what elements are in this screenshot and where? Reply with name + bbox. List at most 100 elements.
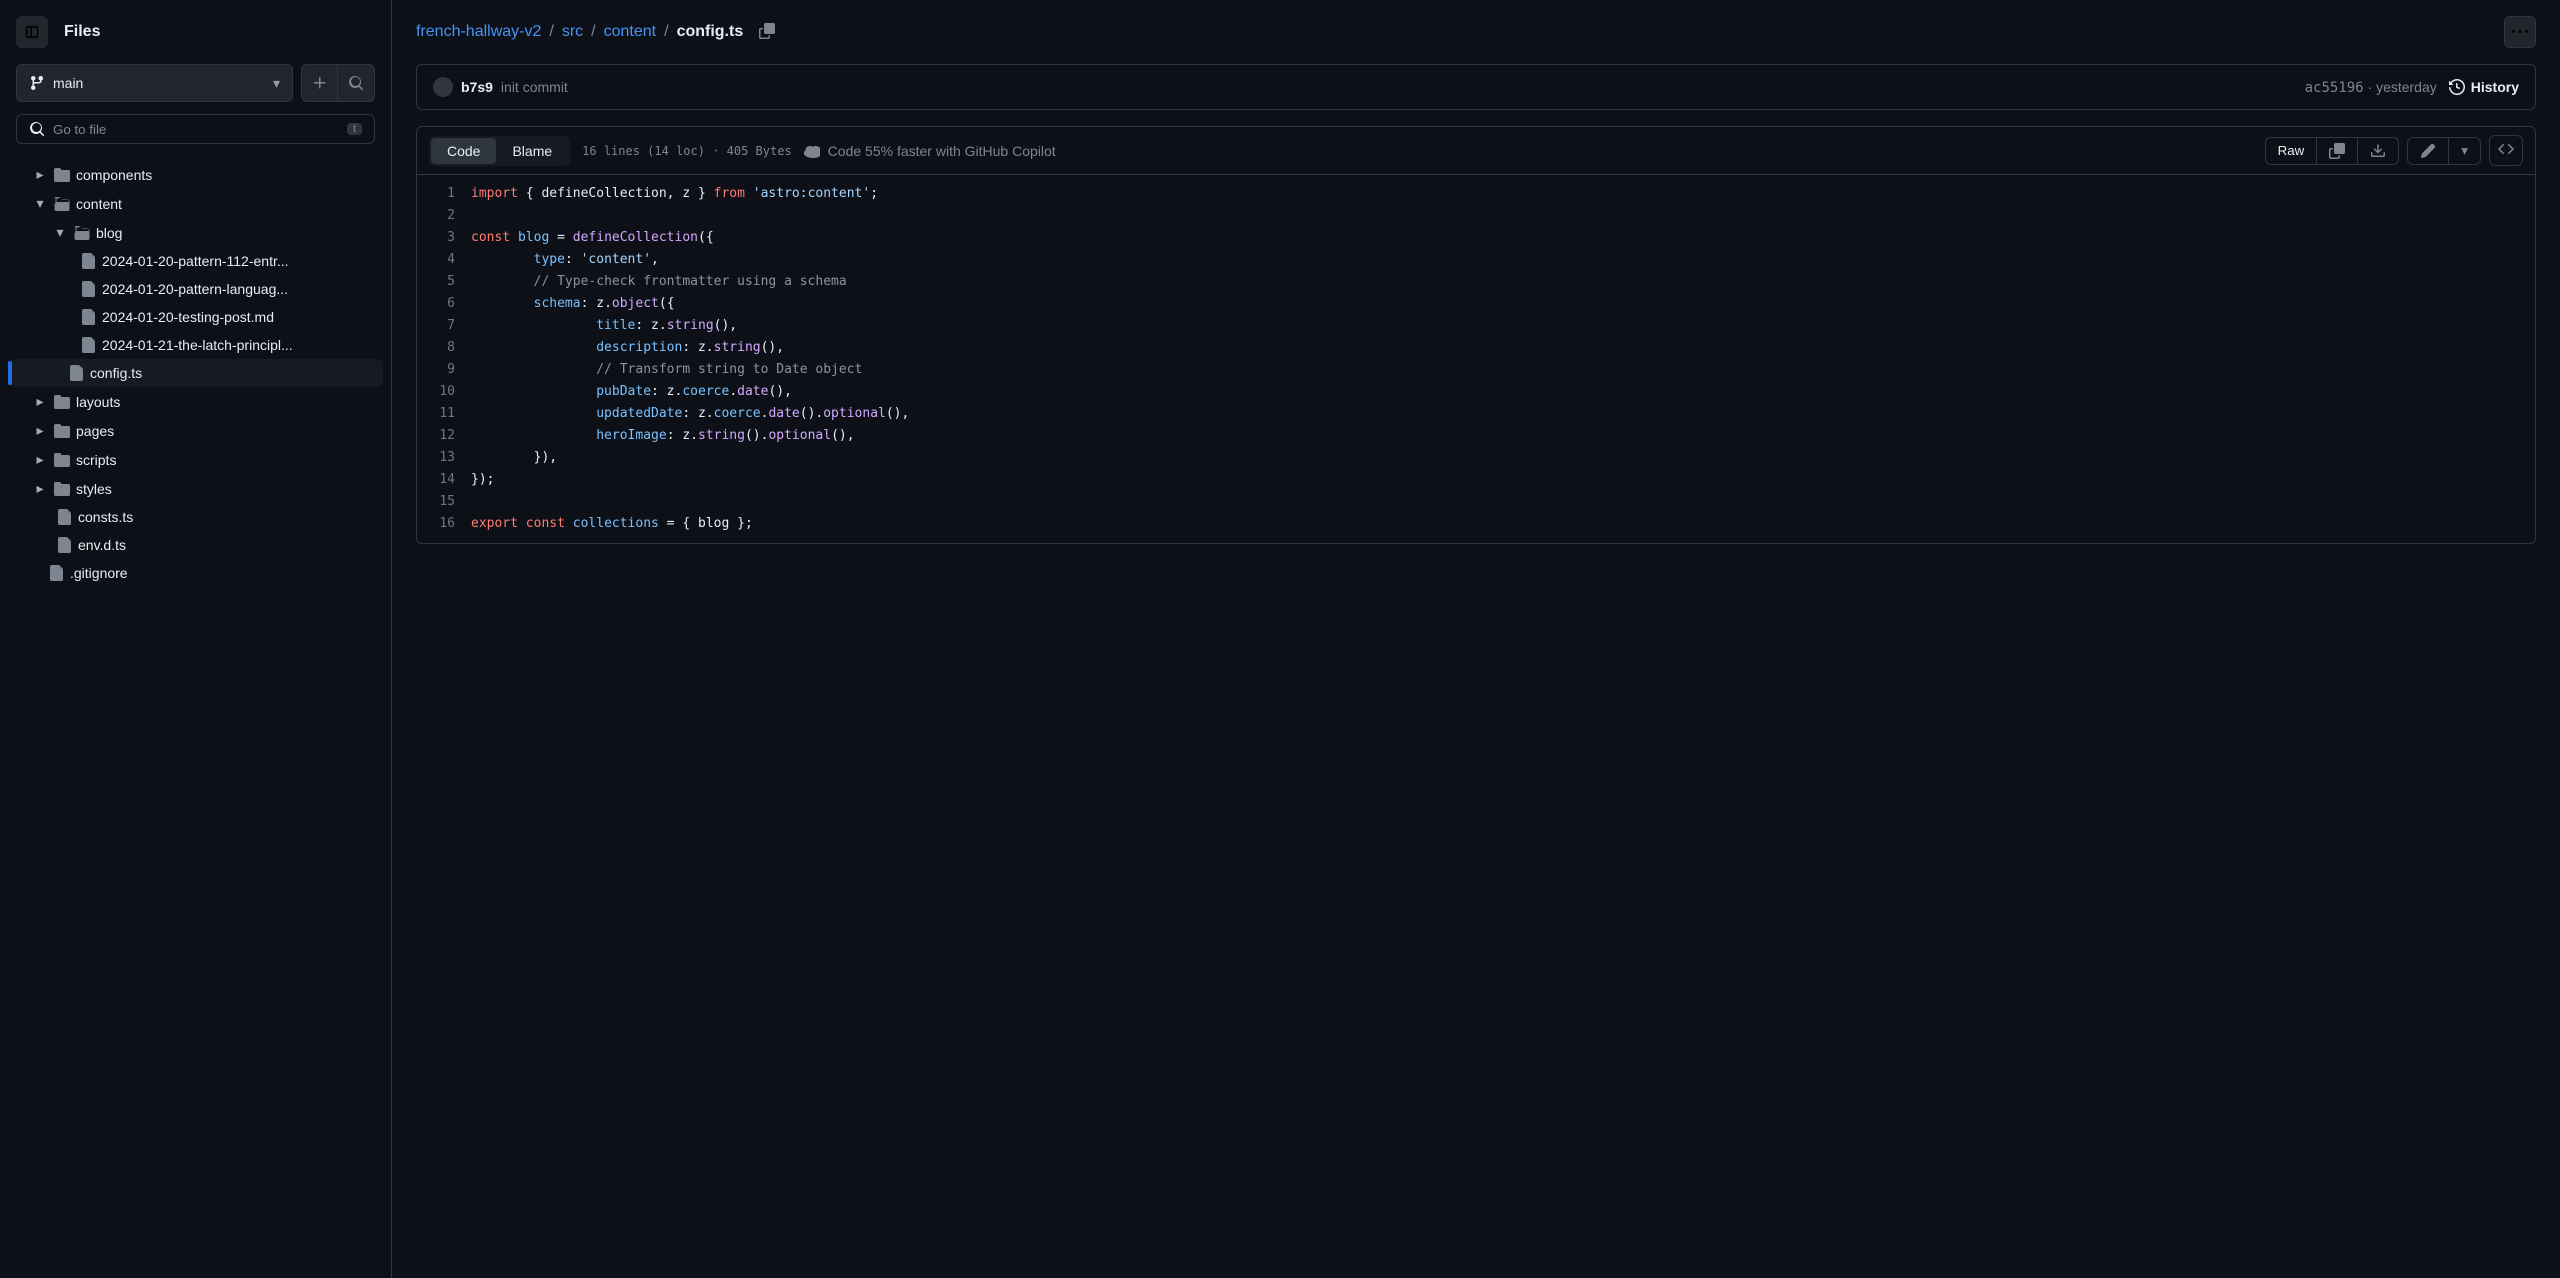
collapse-sidebar-button[interactable] [16, 16, 48, 48]
folder-icon [54, 167, 70, 183]
commit-sha[interactable]: ac55196 [2305, 80, 2364, 96]
copilot-prompt[interactable]: Code 55% faster with GitHub Copilot [804, 143, 1056, 159]
file-icon [68, 365, 84, 381]
commit-time: yesterday [2376, 79, 2437, 95]
file-icon [80, 337, 96, 353]
tree-folder-styles[interactable]: ▸ styles [8, 474, 383, 503]
plus-icon [312, 75, 328, 91]
pencil-icon [2420, 143, 2436, 159]
search-icon [29, 121, 45, 137]
branch-selector[interactable]: main ▾ [16, 64, 293, 102]
copy-button[interactable] [2317, 138, 2358, 164]
tree-folder-pages[interactable]: ▸ pages [8, 416, 383, 445]
copy-icon [2329, 143, 2345, 159]
tree-file[interactable]: env.d.ts [8, 531, 383, 559]
chevron-right-icon: ▸ [32, 166, 48, 183]
tree-file[interactable]: 2024-01-20-testing-post.md [8, 303, 383, 331]
tree-label: styles [76, 481, 112, 497]
tree-label: 2024-01-21-the-latch-principl... [102, 337, 293, 353]
chevron-right-icon: ▸ [32, 393, 48, 410]
tree-file[interactable]: 2024-01-20-pattern-112-entr... [8, 247, 383, 275]
tree-label: layouts [76, 394, 120, 410]
tree-label: blog [96, 225, 122, 241]
tree-file[interactable]: 2024-01-21-the-latch-principl... [8, 331, 383, 359]
folder-open-icon [54, 196, 70, 212]
file-icon [80, 281, 96, 297]
history-link[interactable]: History [2449, 79, 2519, 95]
raw-button[interactable]: Raw [2266, 138, 2318, 164]
tree-folder-content[interactable]: ▾ content [8, 189, 383, 218]
file-stats: 16 lines (14 loc) · 405 Bytes [582, 144, 792, 158]
commit-message[interactable]: init commit [501, 79, 568, 95]
chevron-down-icon: ▾ [32, 195, 48, 212]
tree-folder-components[interactable]: ▸ components [8, 160, 383, 189]
chevron-right-icon: ▸ [32, 451, 48, 468]
search-icon [348, 75, 364, 91]
tree-label: scripts [76, 452, 116, 468]
breadcrumb-current: config.ts [677, 23, 744, 41]
folder-icon [54, 423, 70, 439]
file-icon [48, 565, 64, 581]
file-icon [80, 253, 96, 269]
tree-folder-scripts[interactable]: ▸ scripts [8, 445, 383, 474]
caret-down-icon: ▾ [273, 75, 280, 92]
commit-author[interactable]: b7s9 [461, 79, 493, 95]
tree-file[interactable]: consts.ts [8, 503, 383, 531]
add-file-button[interactable] [302, 65, 338, 101]
tree-label: content [76, 196, 122, 212]
more-options-button[interactable] [2504, 16, 2536, 48]
copy-path-button[interactable] [755, 19, 779, 46]
tree-label: consts.ts [78, 509, 133, 525]
folder-icon [54, 394, 70, 410]
chevron-right-icon: ▸ [32, 480, 48, 497]
breadcrumb-repo[interactable]: french-hallway-v2 [416, 23, 541, 41]
folder-icon [54, 452, 70, 468]
code-tab[interactable]: Code [431, 138, 496, 164]
tree-label: 2024-01-20-testing-post.md [102, 309, 274, 325]
tree-label: env.d.ts [78, 537, 126, 553]
breadcrumb-link[interactable]: content [604, 23, 656, 41]
kebab-icon [2512, 24, 2528, 40]
history-icon [2449, 79, 2465, 95]
blame-tab[interactable]: Blame [496, 138, 568, 164]
folder-icon [54, 481, 70, 497]
edit-button[interactable] [2408, 138, 2449, 164]
tree-folder-layouts[interactable]: ▸ layouts [8, 387, 383, 416]
tree-folder-blog[interactable]: ▾ blog [8, 218, 383, 247]
tree-file[interactable]: .gitignore [8, 559, 383, 587]
breadcrumb-link[interactable]: src [562, 23, 583, 41]
branch-icon [29, 75, 45, 91]
folder-open-icon [74, 225, 90, 241]
breadcrumb-sep: / [664, 23, 668, 41]
tree-label: config.ts [90, 365, 142, 381]
tree-label: 2024-01-20-pattern-112-entr... [102, 253, 289, 269]
copy-icon [759, 23, 775, 39]
download-button[interactable] [2358, 138, 2398, 164]
copilot-icon [804, 143, 820, 159]
search-files-button[interactable] [338, 65, 374, 101]
search-shortcut-key: t [347, 123, 362, 135]
tree-file[interactable]: 2024-01-20-pattern-languag... [8, 275, 383, 303]
chevron-right-icon: ▸ [32, 422, 48, 439]
branch-name: main [53, 75, 83, 91]
tree-file-config[interactable]: config.ts [8, 359, 383, 387]
symbols-button[interactable] [2489, 135, 2523, 166]
download-icon [2370, 143, 2386, 159]
sidebar-collapse-icon [24, 24, 40, 40]
tree-label: .gitignore [70, 565, 128, 581]
sidebar-title: Files [64, 23, 100, 41]
tree-label: 2024-01-20-pattern-languag... [102, 281, 288, 297]
file-icon [56, 509, 72, 525]
avatar[interactable] [433, 77, 453, 97]
symbols-icon [2498, 141, 2514, 157]
chevron-down-icon: ▾ [52, 224, 68, 241]
breadcrumb-sep: / [549, 23, 553, 41]
edit-dropdown-button[interactable]: ▾ [2449, 138, 2480, 164]
caret-down-icon: ▾ [2461, 143, 2468, 159]
code-content[interactable]: import { defineCollection, z } from 'ast… [471, 175, 2535, 543]
tree-label: pages [76, 423, 114, 439]
file-icon [80, 309, 96, 325]
line-numbers: 12345678910111213141516 [417, 175, 471, 543]
file-search-input[interactable] [53, 122, 339, 137]
tree-label: components [76, 167, 152, 183]
